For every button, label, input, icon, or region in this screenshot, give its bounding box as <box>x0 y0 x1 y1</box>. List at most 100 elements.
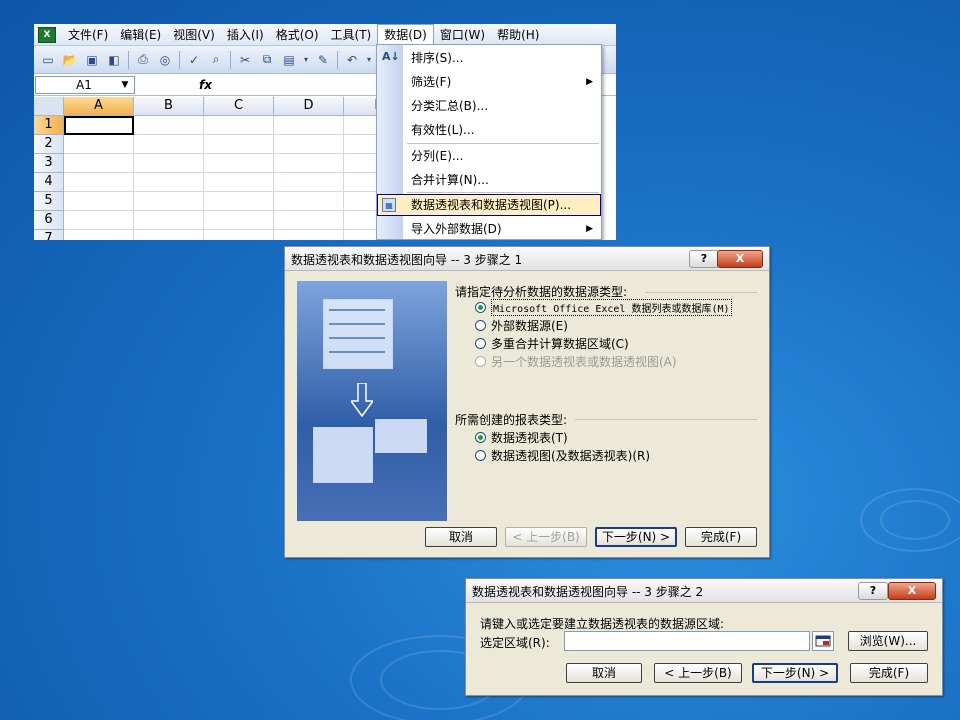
radio-another-pivot[interactable]: 另一个数据透视表或数据透视图(A) <box>475 353 677 370</box>
radio-indicator <box>475 320 486 331</box>
cell[interactable] <box>274 173 344 192</box>
row-header[interactable]: 7 <box>34 230 64 240</box>
menu-file[interactable]: 文件(F) <box>62 25 114 45</box>
cell[interactable] <box>274 230 344 240</box>
menu-format[interactable]: 格式(O) <box>270 25 325 45</box>
radio-multiple-consolidation[interactable]: 多重合并计算数据区域(C) <box>475 335 629 352</box>
menu-item-consolidate[interactable]: 合并计算(N)... <box>377 169 601 191</box>
excel-window: X 文件(F) 编辑(E) 视图(V) 插入(I) 格式(O) 工具(T) 数据… <box>34 24 616 240</box>
radio-pivot-chart[interactable]: 数据透视图(及数据透视表)(R) <box>475 447 650 464</box>
finish-button[interactable]: 完成(F) <box>850 663 928 683</box>
help-button[interactable]: ? <box>858 582 888 600</box>
cell[interactable] <box>204 154 274 173</box>
menu-item-validation[interactable]: 有效性(L)... <box>377 119 601 141</box>
save-icon[interactable]: ▣ <box>82 50 102 70</box>
menu-item-text-to-columns[interactable]: 分列(E)... <box>377 145 601 167</box>
close-button[interactable]: X <box>888 582 936 600</box>
cell[interactable] <box>134 230 204 240</box>
cell[interactable] <box>64 230 134 240</box>
submenu-arrow-icon: ▶ <box>586 224 593 234</box>
cell[interactable] <box>204 173 274 192</box>
column-header[interactable]: A <box>64 97 134 116</box>
next-button[interactable]: 下一步(N) > <box>752 663 838 683</box>
cell[interactable] <box>274 135 344 154</box>
column-header[interactable]: D <box>274 97 344 116</box>
finish-button[interactable]: 完成(F) <box>685 527 757 547</box>
menu-tools[interactable]: 工具(T) <box>325 25 378 45</box>
excel-app-icon[interactable]: X <box>38 26 56 43</box>
back-button[interactable]: < 上一步(B) <box>654 663 742 683</box>
menu-help[interactable]: 帮助(H) <box>491 25 545 45</box>
menu-view[interactable]: 视图(V) <box>167 25 221 45</box>
cell[interactable] <box>274 154 344 173</box>
copy-icon[interactable]: ⧉ <box>257 50 277 70</box>
research-icon[interactable]: ⌕ <box>206 50 226 70</box>
menu-insert[interactable]: 插入(I) <box>221 25 270 45</box>
cell[interactable] <box>64 192 134 211</box>
cell[interactable] <box>134 173 204 192</box>
chevron-down-icon[interactable]: ▼ <box>116 77 134 93</box>
cell[interactable] <box>274 211 344 230</box>
row-header[interactable]: 3 <box>34 154 64 173</box>
cell[interactable] <box>134 192 204 211</box>
new-icon[interactable]: ▭ <box>38 50 58 70</box>
paste-icon[interactable]: ▤ <box>279 50 299 70</box>
open-icon[interactable]: 📂 <box>60 50 80 70</box>
cell-a1[interactable] <box>64 116 134 135</box>
menu-item-subtotals[interactable]: 分类汇总(B)... <box>377 95 601 117</box>
undo-dropdown-icon[interactable]: ▾ <box>364 50 374 70</box>
help-button[interactable]: ? <box>689 250 719 268</box>
cell[interactable] <box>64 154 134 173</box>
menu-item-pivot-table[interactable]: ▦ 数据透视表和数据透视图(P)... <box>377 194 601 216</box>
menu-item-sort[interactable]: A↓ 排序(S)... <box>377 47 601 69</box>
select-all-corner[interactable] <box>34 97 64 116</box>
row-header[interactable]: 4 <box>34 173 64 192</box>
row-header[interactable]: 1 <box>34 116 64 135</box>
menu-item-import-external-data[interactable]: 导入外部数据(D) ▶ <box>377 218 601 240</box>
radio-excel-list[interactable]: Microsoft Office Excel 数据列表或数据库(M) <box>475 299 732 316</box>
cell[interactable] <box>64 173 134 192</box>
column-header[interactable]: C <box>204 97 274 116</box>
format-painter-icon[interactable]: ✎ <box>313 50 333 70</box>
radio-pivot-table[interactable]: 数据透视表(T) <box>475 429 568 446</box>
cell[interactable] <box>134 154 204 173</box>
cell[interactable] <box>64 135 134 154</box>
paste-dropdown-icon[interactable]: ▾ <box>301 50 311 70</box>
menu-data[interactable]: 数据(D) <box>377 24 434 46</box>
print-preview-icon[interactable]: ◎ <box>155 50 175 70</box>
name-box[interactable]: A1 ▼ <box>35 76 135 94</box>
cell[interactable] <box>204 135 274 154</box>
column-header[interactable]: B <box>134 97 204 116</box>
cell[interactable] <box>134 211 204 230</box>
menu-item-filter[interactable]: 筛选(F) ▶ <box>377 71 601 93</box>
cell[interactable] <box>274 192 344 211</box>
cell[interactable] <box>64 211 134 230</box>
cancel-button[interactable]: 取消 <box>425 527 497 547</box>
close-button[interactable]: X <box>717 250 763 268</box>
row-header[interactable]: 5 <box>34 192 64 211</box>
row-header[interactable]: 2 <box>34 135 64 154</box>
row-header[interactable]: 6 <box>34 211 64 230</box>
menu-edit[interactable]: 编辑(E) <box>114 25 167 45</box>
undo-icon[interactable]: ↶ <box>342 50 362 70</box>
radio-external-source[interactable]: 外部数据源(E) <box>475 317 568 334</box>
cell[interactable] <box>274 116 344 135</box>
menu-window[interactable]: 窗口(W) <box>434 25 491 45</box>
browse-button[interactable]: 浏览(W)... <box>848 631 928 651</box>
permission-icon[interactable]: ◧ <box>104 50 124 70</box>
cell[interactable] <box>204 116 274 135</box>
back-button[interactable]: < 上一步(B) <box>505 527 587 547</box>
fx-icon[interactable]: fx <box>199 78 212 92</box>
range-input[interactable] <box>564 631 810 651</box>
spelling-icon[interactable]: ✓ <box>184 50 204 70</box>
cut-icon[interactable]: ✂ <box>235 50 255 70</box>
next-button[interactable]: 下一步(N) > <box>595 527 677 547</box>
cancel-button[interactable]: 取消 <box>566 663 642 683</box>
print-icon[interactable]: ⎙ <box>133 50 153 70</box>
cell[interactable] <box>204 211 274 230</box>
cell[interactable] <box>204 192 274 211</box>
cell[interactable] <box>204 230 274 240</box>
cell[interactable] <box>134 116 204 135</box>
collapse-dialog-icon[interactable] <box>812 631 834 651</box>
cell[interactable] <box>134 135 204 154</box>
